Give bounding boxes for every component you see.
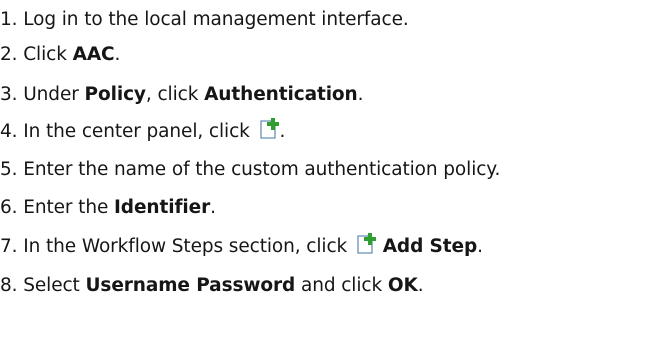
step-text: In the center panel, click [23,121,256,142]
step-number: 2. [0,44,18,65]
step-number: 7. [0,236,18,257]
step-item: 3. Under Policy, click Authentication. [0,77,364,113]
step-number: 1. [0,9,18,30]
step-emphasis-text: Policy [84,84,146,105]
add-document-icon [355,233,377,255]
step-item: 2. Click AAC. [0,37,120,73]
step-text: Enter the name of the custom authenticat… [23,159,501,180]
step-item: 8. Select Username Password and click OK… [0,268,424,304]
step-number: 5. [0,159,18,180]
step-text: . [417,275,424,296]
step-item: 4. In the center panel, click . [0,114,285,150]
step-emphasis-text: Identifier [114,197,211,218]
step-text: , click [145,84,205,105]
step-emphasis-text: Authentication [204,84,358,105]
step-text: Log in to the local management interface… [23,9,409,30]
add-document-icon [258,118,280,140]
step-emphasis-text: Username Password [85,275,296,296]
step-emphasis-text: AAC [72,44,115,65]
step-item: 5. Enter the name of the custom authenti… [0,152,500,188]
step-item: 7. In the Workflow Steps section, click … [0,229,483,265]
step-item: 6. Enter the Identifier. [0,190,216,226]
step-text: . [279,121,286,142]
step-text: Click [23,44,73,65]
step-text: . [114,44,121,65]
step-text: Under [23,84,85,105]
step-item: 1. Log in to the local management interf… [0,2,409,38]
step-text: Enter the [23,197,115,218]
step-number: 3. [0,84,18,105]
step-text: . [357,84,364,105]
step-number: 8. [0,275,18,296]
step-text: . [210,197,216,218]
step-emphasis-text: OK [387,275,418,296]
step-text: . [477,236,483,257]
step-number: 4. [0,121,18,142]
step-number: 6. [0,197,18,218]
step-text: and click [295,275,388,296]
step-text: In the Workflow Steps section, click [23,236,353,257]
step-text: Select [23,275,86,296]
step-emphasis-text: Add Step [382,236,478,257]
